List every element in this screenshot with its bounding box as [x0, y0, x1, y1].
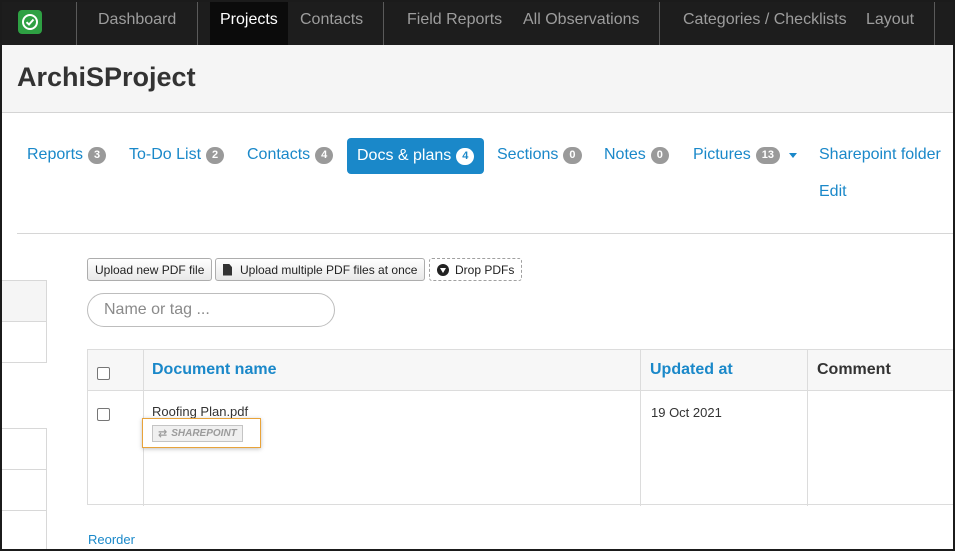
column-header-comment: Comment	[817, 361, 891, 378]
count-badge: 3	[88, 146, 107, 164]
count-badge: 0	[650, 146, 669, 164]
tab-label: Sharepoint folder	[819, 146, 941, 163]
count-badge: 4	[315, 146, 334, 164]
count-badge: 0	[563, 146, 582, 164]
count-badge: 2	[206, 146, 225, 164]
project-title: ArchiSProject	[17, 62, 196, 92]
nav-field-reports[interactable]: Field Reports	[407, 0, 502, 45]
button-label: Upload multiple PDF files at once	[240, 262, 418, 277]
document-name-link[interactable]: Roofing Plan.pdf	[152, 404, 248, 419]
search-input[interactable]	[87, 293, 335, 327]
tab-label: To-Do List	[129, 146, 202, 163]
tab-notes[interactable]: Notes 0	[604, 146, 669, 164]
updated-at-value: 19 Oct 2021	[651, 405, 722, 420]
select-all-checkbox[interactable]	[97, 367, 110, 380]
file-icon	[223, 263, 232, 276]
nav-dashboard[interactable]: Dashboard	[98, 0, 176, 45]
sidebar-list-item[interactable]	[0, 469, 47, 511]
nav-layout[interactable]: Layout	[866, 0, 914, 45]
nav-all-observations[interactable]: All Observations	[523, 0, 640, 45]
tab-docs-and-plans[interactable]: Docs & plans 4	[347, 138, 485, 174]
check-circle-icon	[22, 14, 38, 30]
nav-projects[interactable]: Projects	[210, 0, 288, 45]
nav-divider	[659, 0, 660, 45]
tab-label: Contacts	[247, 146, 311, 163]
nav-contacts[interactable]: Contacts	[300, 0, 363, 45]
tab-label: Notes	[604, 146, 646, 163]
nav-categories-checklists[interactable]: Categories / Checklists	[683, 0, 847, 45]
upload-multiple-pdfs-button[interactable]: Upload multiple PDF files at once	[215, 258, 426, 281]
nav-divider	[197, 0, 198, 45]
tab-label: Reports	[27, 146, 84, 163]
column-divider	[807, 350, 808, 506]
tab-label: Pictures	[693, 146, 751, 163]
download-circle-icon	[437, 263, 449, 276]
tag-label: SHAREPOINT	[171, 428, 237, 439]
app-logo[interactable]	[18, 10, 42, 34]
button-label: Upload new PDF file	[95, 262, 205, 277]
caret-down-icon	[789, 152, 798, 158]
tab-sections[interactable]: Sections 0	[497, 146, 582, 164]
tab-label: Sections	[497, 146, 559, 163]
tab-pictures[interactable]: Pictures 13	[693, 146, 798, 164]
row-checkbox[interactable]	[97, 408, 110, 421]
column-header-updated-at[interactable]: Updated at	[650, 361, 733, 379]
count-badge: 13	[755, 146, 781, 164]
drop-pdfs-zone[interactable]: Drop PDFs	[429, 258, 523, 281]
button-label: Drop PDFs	[455, 262, 515, 277]
sidebar-list-item[interactable]	[0, 510, 47, 551]
sharepoint-tag[interactable]: ⇄ SHAREPOINT	[152, 425, 243, 442]
sidebar-panel-header	[0, 280, 47, 322]
tab-to-do-list[interactable]: To-Do List 2	[129, 146, 225, 164]
count-badge: 4	[456, 147, 475, 165]
column-divider	[640, 350, 641, 506]
tab-sharepoint-folder[interactable]: Sharepoint folder	[819, 146, 941, 164]
nav-divider	[383, 0, 384, 45]
sync-arrows-icon: ⇄	[158, 428, 168, 440]
reorder-link[interactable]: Reorder	[88, 532, 135, 547]
upload-pdf-button[interactable]: Upload new PDF file	[87, 258, 213, 281]
tab-label: Edit	[819, 183, 847, 200]
nav-divider	[76, 0, 77, 45]
top-navbar: Dashboard Projects Contacts Field Report…	[0, 0, 955, 45]
tab-edit[interactable]: Edit	[819, 183, 847, 201]
tab-label: Docs & plans	[357, 147, 452, 164]
tabs-divider	[17, 233, 955, 234]
nav-divider	[934, 0, 935, 45]
sidebar-panel-body	[0, 321, 47, 363]
tab-reports[interactable]: Reports 3	[27, 146, 107, 164]
tab-contacts[interactable]: Contacts 4	[247, 146, 334, 164]
column-header-document-name[interactable]: Document name	[152, 361, 276, 379]
sidebar-list-item[interactable]	[0, 428, 47, 470]
project-header: ArchiSProject	[0, 45, 955, 113]
